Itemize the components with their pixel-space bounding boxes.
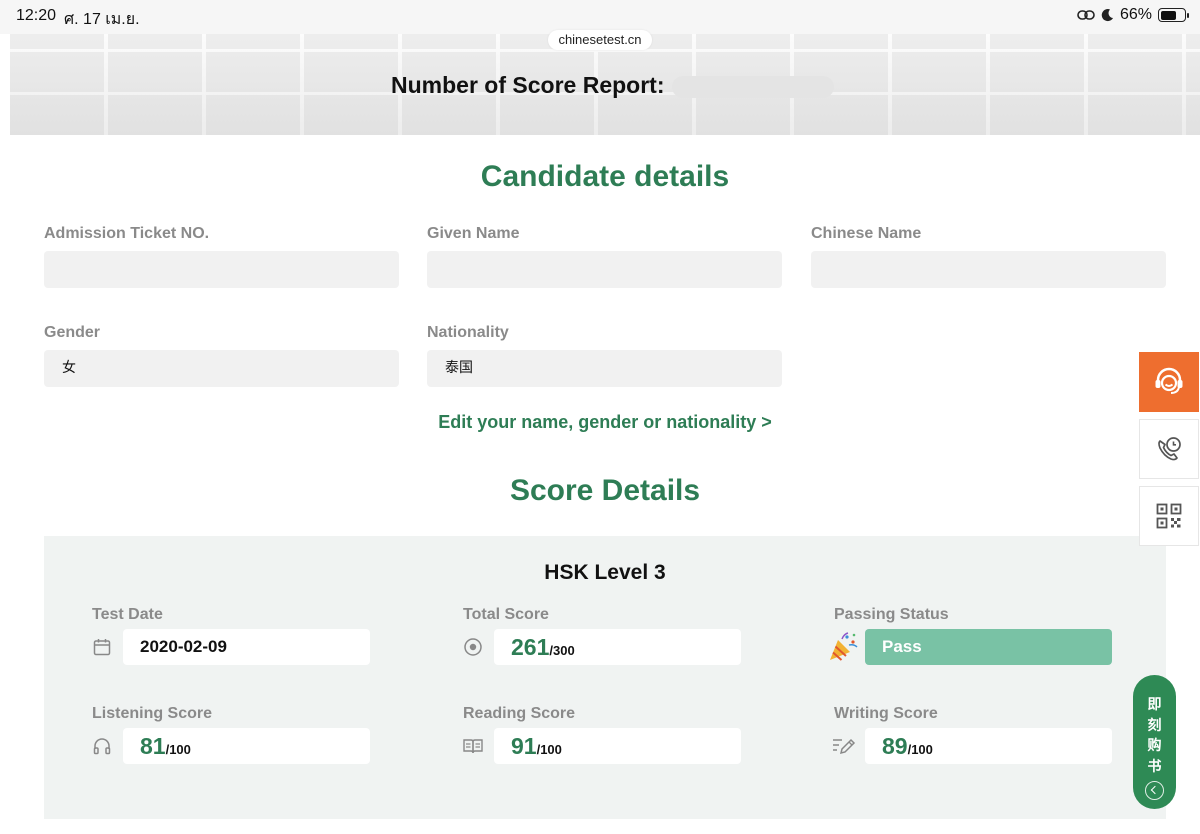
- qr-code-icon: [1156, 503, 1182, 529]
- total-score-value: 261/300: [494, 629, 741, 665]
- writing-score-value: 89/100: [865, 728, 1112, 764]
- calendar-icon: [93, 639, 111, 656]
- writing-score-max: /100: [907, 742, 933, 757]
- passing-status-badge: Pass: [865, 629, 1112, 665]
- test-date-value: 2020-02-09: [123, 629, 370, 665]
- gender-field: 女: [44, 350, 399, 387]
- buy-book-button[interactable]: 即刻购书: [1133, 675, 1176, 809]
- passing-status-label: Passing Status: [834, 606, 949, 623]
- listening-score: 81: [140, 733, 166, 759]
- customer-service-icon: [1155, 367, 1183, 394]
- given-name-label: Given Name: [427, 225, 520, 242]
- battery-level: [1160, 10, 1176, 20]
- customer-service-button[interactable]: [1139, 352, 1199, 412]
- reading-score-value: 91/100: [494, 728, 741, 764]
- headphones-icon: [93, 738, 111, 755]
- status-time: 12:20: [16, 7, 57, 24]
- listening-score-value: 81/100: [123, 728, 370, 764]
- total-score-max: /300: [549, 643, 575, 658]
- link-icon: [1077, 10, 1095, 20]
- url-bar[interactable]: chinesetest.cn: [548, 30, 652, 50]
- score-details-title: Score Details: [509, 474, 701, 507]
- book-icon: [463, 739, 483, 754]
- total-score-label: Total Score: [463, 606, 549, 623]
- phone-history-button[interactable]: [1139, 419, 1199, 479]
- status-date: ศ. 17 เม.ย.: [64, 11, 140, 28]
- status-bar: 12:20 ศ. 17 เม.ย. 66%: [0, 0, 1200, 34]
- chinese-name-label: Chinese Name: [811, 225, 922, 242]
- candidate-details-title: Candidate details: [480, 160, 730, 193]
- admission-ticket-field: [44, 251, 399, 288]
- moon-icon: [1101, 9, 1113, 22]
- hsk-level-title: HSK Level 3: [544, 561, 666, 584]
- given-name-field: [427, 251, 782, 288]
- reading-score-label: Reading Score: [463, 705, 576, 722]
- total-score: 261: [511, 634, 550, 660]
- edit-profile-link[interactable]: Edit your name, gender or nationality >: [0, 412, 1200, 433]
- report-number-value: [672, 76, 834, 98]
- admission-ticket-label: Admission Ticket NO.: [44, 225, 210, 242]
- test-date-label: Test Date: [92, 606, 163, 623]
- battery-percent: 66%: [1119, 6, 1152, 23]
- writing-score-label: Writing Score: [834, 705, 938, 722]
- target-icon: [464, 638, 482, 656]
- score-panel: HSK Level 3 Test Date 2020-02-09 Total S…: [44, 536, 1166, 819]
- collapse-arrow-icon[interactable]: [1145, 781, 1164, 800]
- nationality-field: 泰国: [427, 350, 782, 387]
- reading-score: 91: [511, 733, 537, 759]
- gender-label: Gender: [44, 324, 101, 341]
- report-number-label: Number of Score Report:: [391, 72, 665, 98]
- pencil-write-icon: [833, 738, 856, 755]
- listening-score-label: Listening Score: [92, 705, 213, 722]
- buy-book-label: 即刻购书: [1147, 697, 1162, 775]
- status-right: 66%: [1077, 6, 1189, 24]
- phone-clock-icon: [1158, 437, 1181, 461]
- nationality-label: Nationality: [427, 324, 509, 341]
- writing-score: 89: [882, 733, 908, 759]
- party-popper-icon: [830, 632, 858, 661]
- chinese-name-field: [811, 251, 1166, 288]
- reading-score-max: /100: [536, 742, 562, 757]
- listening-score-max: /100: [165, 742, 191, 757]
- battery-icon: [1158, 8, 1189, 22]
- qr-code-button[interactable]: [1139, 486, 1199, 546]
